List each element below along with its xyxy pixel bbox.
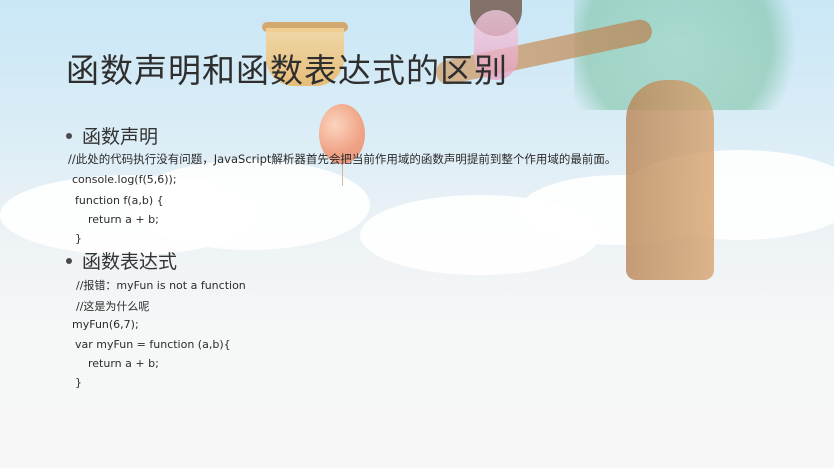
section-heading: 函数声明 [82,126,159,148]
code-comment-line: //这是为什么呢 [76,300,150,313]
code-line: console.log(f(5,6)); [72,173,177,186]
tree-trunk-decoration [626,80,714,280]
code-line: myFun(6,7); [72,318,139,331]
section-heading: 函数表达式 [82,251,178,273]
slide-canvas: 函数声明和函数表达式的区别 函数声明 //此处的代码执行没有问题，JavaScr… [0,0,834,468]
code-comment-line: //报错：myFun is not a function [76,279,246,292]
slide-title: 函数声明和函数表达式的区别 [66,51,508,90]
balloon-string-decoration [342,164,343,186]
bullet-function-declaration: 函数声明 [66,122,158,149]
code-line: var myFun = function (a,b){ [75,338,231,351]
bullet-dot-icon [66,257,72,264]
code-line: function f(a,b) { [75,194,164,207]
code-line: return a + b; [88,213,159,226]
code-line: } [75,376,82,389]
code-line: return a + b; [88,357,159,370]
code-line: } [75,232,82,245]
bullet-function-expression: 函数表达式 [66,247,177,274]
bullet-dot-icon [66,132,72,139]
cloud-decoration [360,195,600,275]
code-comment-line: //此处的代码执行没有问题，JavaScript解析器首先会把当前作用域的函数声… [68,152,617,166]
